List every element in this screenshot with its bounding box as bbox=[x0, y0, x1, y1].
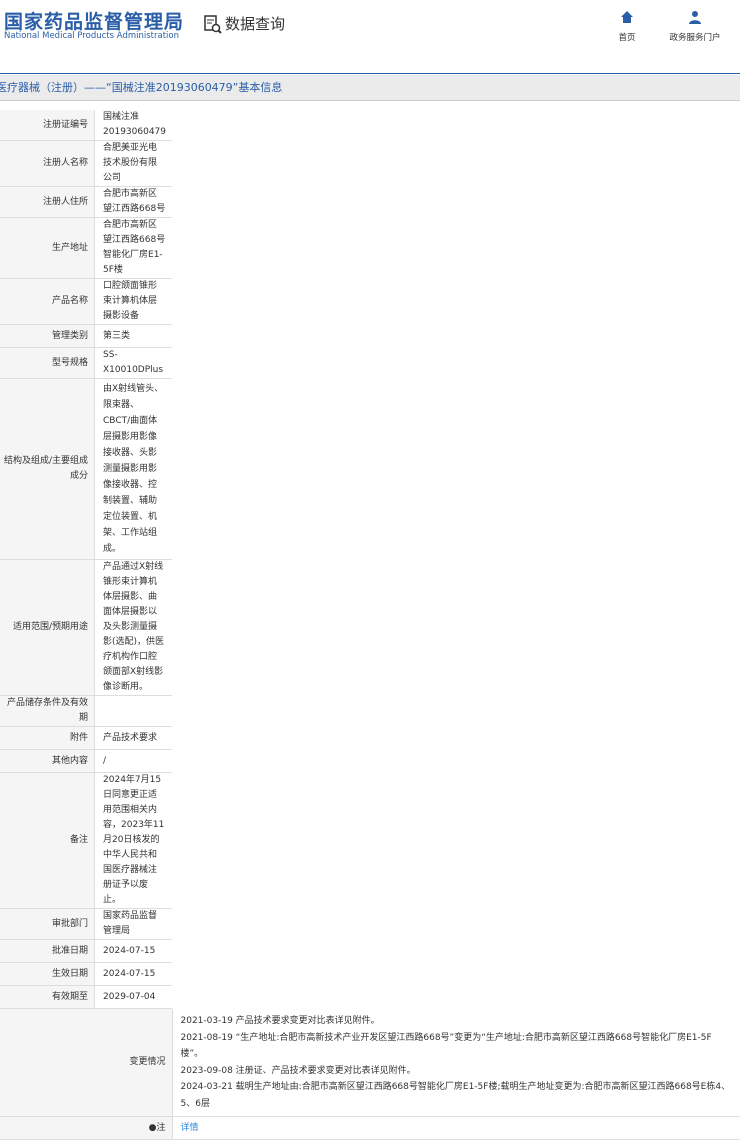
row-label: 其他内容 bbox=[0, 749, 96, 773]
site-header: 国家药品监督管理局 National Medical Products Admi… bbox=[0, 0, 740, 74]
nav-home[interactable]: 首页 bbox=[612, 10, 642, 43]
row-value: 产品技术要求 bbox=[94, 726, 172, 750]
change-item: 2024-03-21 载明生产地址由:合肥市高新区望江西路668号智能化厂房E1… bbox=[180, 1082, 731, 1109]
logo-subtitle: National Medical Products Administration bbox=[4, 31, 179, 41]
query-label: 数据查询 bbox=[225, 15, 286, 33]
table-row: 其他内容 / bbox=[0, 749, 172, 773]
row-value: 国械注准20193060479 bbox=[94, 110, 172, 141]
row-value: 2024年7月15日同意更正适用范围相关内容，2023年11月20日核发的中华人… bbox=[94, 772, 172, 909]
row-value: 2029-07-04 bbox=[94, 985, 172, 1009]
table-row: 适用范围/预期用途 产品通过X射线锥形束计算机体层摄影、曲面体层摄影以及头影测量摄… bbox=[0, 559, 172, 696]
row-label: 审批部门 bbox=[0, 908, 96, 940]
data-query-title: 数据查询 bbox=[203, 13, 285, 34]
row-label: 附件 bbox=[0, 726, 96, 750]
nav-portal[interactable]: 政务服务门户 bbox=[664, 10, 726, 43]
info-table: 注册证编号 国械注准20193060479 注册人名称 合肥美亚光电技术股份有限公司注… bbox=[0, 110, 740, 1140]
details-link[interactable]: 详情 bbox=[181, 1123, 199, 1133]
table-row: 生效日期 2024-07-15 bbox=[0, 962, 172, 986]
table-row: 产品名称 口腔颌面锥形束计算机体层摄影设备 bbox=[0, 278, 172, 325]
logo-title[interactable]: 国家药品监督管理局 bbox=[4, 7, 184, 34]
row-label: 注册人住所 bbox=[0, 186, 96, 218]
nav-portal-label: 政务服务门户 bbox=[669, 33, 721, 43]
row-label: 生产地址 bbox=[0, 217, 96, 279]
row-label: 注册人名称 bbox=[0, 140, 96, 187]
row-label: 结构及组成/主要组成成分 bbox=[0, 378, 96, 560]
nav-home-label: 首页 bbox=[618, 33, 636, 43]
breadcrumb: 医疗器械（注册）——“国械注准20193060479”基本信息 bbox=[0, 75, 740, 101]
row-value: 口腔颌面锥形束计算机体层摄影设备 bbox=[94, 278, 172, 325]
row-label: 有效期至 bbox=[0, 985, 96, 1009]
row-value: / bbox=[94, 749, 172, 773]
row-value: 2024-07-15 bbox=[94, 939, 172, 963]
table-row-note: ●注 详情 bbox=[0, 1116, 740, 1140]
change-item: 2021-08-19 “生产地址:合肥市高新技术产业开发区望江西路668号”变更… bbox=[180, 1032, 712, 1060]
row-value: 第三类 bbox=[94, 324, 172, 348]
table-row: 有效期至 2029-07-04 bbox=[0, 985, 172, 1009]
row-value bbox=[94, 695, 172, 727]
row-label: 注册证编号 bbox=[0, 110, 96, 141]
user-icon bbox=[689, 11, 701, 24]
row-label: 产品储存条件及有效期 bbox=[0, 695, 96, 727]
document-search-icon bbox=[204, 14, 222, 34]
table-row: 注册人名称 合肥美亚光电技术股份有限公司 bbox=[0, 140, 172, 187]
table-row: 型号规格 SS-X10010DPlus bbox=[0, 347, 172, 379]
home-icon bbox=[621, 11, 633, 23]
table-row: 管理类别 第三类 bbox=[0, 324, 172, 348]
table-row-changes: 变更情况 2021-03-19 产品技术要求变更对比表详见附件。 2021-08… bbox=[0, 1009, 740, 1117]
row-value: 合肥市高新区望江西路668号智能化厂房E1-5F楼 bbox=[94, 217, 172, 279]
change-item: 2021-03-19 产品技术要求变更对比表详见附件。 bbox=[180, 1016, 380, 1026]
table-row: 审批部门 国家药品监督管理局 bbox=[0, 908, 172, 940]
table-row: 备注 2024年7月15日同意更正适用范围相关内容，2023年11月20日核发的中… bbox=[0, 772, 172, 909]
row-label: ●注 bbox=[0, 1116, 173, 1140]
row-label: 批准日期 bbox=[0, 939, 96, 963]
table-row: 注册证编号 国械注准20193060479 bbox=[0, 110, 172, 141]
row-value: 产品通过X射线锥形束计算机体层摄影、曲面体层摄影以及头影测量摄影(选配)，供医疗… bbox=[94, 559, 172, 696]
row-label: 型号规格 bbox=[0, 347, 96, 379]
row-value: SS-X10010DPlus bbox=[94, 347, 172, 379]
change-item: 2023-09-08 注册证、产品技术要求变更对比表详见附件。 bbox=[180, 1065, 416, 1076]
row-value: 合肥市高新区望江西路668号 bbox=[94, 186, 172, 218]
row-label: 生效日期 bbox=[0, 962, 96, 986]
table-row: 批准日期 2024-07-15 bbox=[0, 939, 172, 963]
table-row: 注册人住所 合肥市高新区望江西路668号 bbox=[0, 186, 172, 218]
row-value: 国家药品监督管理局 bbox=[94, 908, 172, 940]
row-label: 管理类别 bbox=[0, 324, 96, 348]
row-label: 产品名称 bbox=[0, 278, 96, 325]
row-label: 备注 bbox=[0, 772, 96, 909]
table-row: 附件 产品技术要求 bbox=[0, 726, 172, 750]
row-label: 适用范围/预期用途 bbox=[0, 559, 96, 696]
table-row: 结构及组成/主要组成成分 由X射线管头、限束器、CBCT/曲面体层摄影用影像接收器… bbox=[0, 378, 172, 560]
row-value: 2024-07-15 bbox=[94, 962, 172, 986]
row-value: 由X射线管头、限束器、CBCT/曲面体层摄影用影像接收器、头影测量摄影用影像接收… bbox=[94, 378, 172, 560]
changes-list: 2021-03-19 产品技术要求变更对比表详见附件。 2021-08-19 “… bbox=[172, 1009, 740, 1117]
table-row: 产品储存条件及有效期 bbox=[0, 695, 172, 727]
row-value: 合肥美亚光电技术股份有限公司 bbox=[94, 140, 172, 187]
table-row: 生产地址 合肥市高新区望江西路668号智能化厂房E1-5F楼 bbox=[0, 217, 172, 279]
pin-icon: ● bbox=[148, 1122, 157, 1133]
row-label: 变更情况 bbox=[0, 1009, 173, 1117]
